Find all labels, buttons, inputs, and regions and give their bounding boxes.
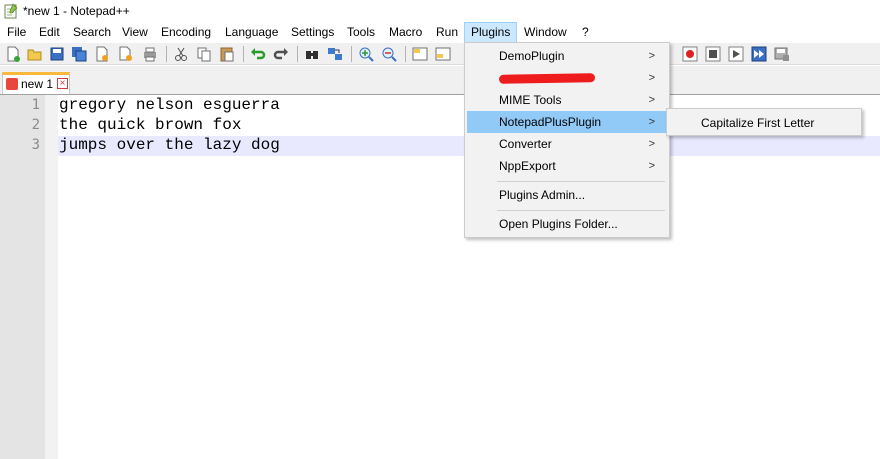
- unsaved-file-icon: [6, 78, 18, 90]
- tab-bar: new 1 ×: [0, 66, 880, 94]
- menu-separator: [497, 210, 665, 211]
- menu-edit[interactable]: Edit: [33, 22, 66, 43]
- open-file-icon[interactable]: [26, 45, 44, 63]
- line-number-gutter: 1 2 3: [0, 95, 45, 459]
- title-bar: *new 1 - Notepad++: [0, 0, 880, 22]
- menu-item-open-plugins-folder[interactable]: Open Plugins Folder...: [467, 213, 667, 235]
- save-macro-icon[interactable]: [773, 45, 791, 63]
- submenu-arrow-icon: >: [648, 138, 655, 150]
- toolbar-separator: [351, 46, 352, 62]
- tab-new-1[interactable]: new 1 ×: [2, 72, 70, 94]
- save-all-icon[interactable]: [70, 45, 88, 63]
- menu-item-label: Converter: [499, 137, 552, 151]
- menu-window[interactable]: Window: [518, 22, 573, 43]
- menu-item-label: Capitalize First Letter: [701, 116, 815, 130]
- editor-area[interactable]: 1 2 3 gregory nelson esguerra the quick …: [0, 94, 880, 459]
- line-number: 1: [31, 97, 40, 113]
- sync-h-icon[interactable]: [434, 45, 452, 63]
- menu-item-nppexport[interactable]: NppExport >: [467, 155, 667, 177]
- print-icon[interactable]: [141, 45, 159, 63]
- menu-tools[interactable]: Tools: [341, 22, 381, 43]
- menu-bar: File Edit Search View Encoding Language …: [0, 22, 880, 43]
- line-number: 2: [31, 117, 40, 133]
- menu-plugins[interactable]: Plugins: [464, 22, 518, 43]
- menu-file[interactable]: File: [1, 22, 32, 43]
- notepadplusplugin-submenu: Capitalize First Letter: [666, 108, 862, 136]
- close-icon[interactable]: [93, 45, 111, 63]
- cut-icon[interactable]: [172, 45, 190, 63]
- menu-separator: [497, 181, 665, 182]
- redo-icon[interactable]: [272, 45, 290, 63]
- toolbar-separator: [166, 46, 167, 62]
- toolbar: [0, 43, 880, 65]
- menu-run[interactable]: Run: [430, 22, 464, 43]
- menu-item-notepadplusplugin[interactable]: NotepadPlusPlugin >: [467, 111, 667, 133]
- toolbar-separator: [405, 46, 406, 62]
- sync-v-icon[interactable]: [411, 45, 429, 63]
- redaction-mark: [498, 73, 596, 84]
- menu-item-demoplugin[interactable]: DemoPlugin >: [467, 45, 667, 67]
- menu-view[interactable]: View: [116, 22, 154, 43]
- plugins-dropdown-menu: DemoPlugin > > MIME Tools > NotepadPlusP…: [464, 42, 670, 238]
- tab-label: new 1: [21, 77, 54, 91]
- menu-search[interactable]: Search: [67, 22, 117, 43]
- submenu-arrow-icon: >: [648, 160, 655, 172]
- new-file-icon[interactable]: [4, 45, 22, 63]
- save-icon[interactable]: [48, 45, 66, 63]
- window-title: *new 1 - Notepad++: [23, 4, 130, 18]
- menu-help[interactable]: ?: [576, 22, 595, 43]
- submenu-arrow-icon: >: [648, 94, 655, 106]
- run-multiple-macro-icon[interactable]: [750, 45, 768, 63]
- tab-close-icon[interactable]: ×: [57, 78, 68, 89]
- menu-language[interactable]: Language: [219, 22, 284, 43]
- line-number: 3: [31, 137, 40, 153]
- code-line[interactable]: jumps over the lazy dog: [59, 136, 280, 154]
- toolbar-separator: [297, 46, 298, 62]
- menu-item-label: Plugins Admin...: [499, 188, 586, 202]
- toolbar-separator: [243, 46, 244, 62]
- menu-item-label: MIME Tools: [499, 93, 562, 107]
- menu-macro[interactable]: Macro: [383, 22, 428, 43]
- record-macro-icon[interactable]: [681, 45, 699, 63]
- submenu-arrow-icon: >: [648, 50, 655, 62]
- find-icon[interactable]: [303, 45, 321, 63]
- code-line[interactable]: the quick brown fox: [59, 116, 241, 134]
- menu-item-label: NppExport: [499, 159, 556, 173]
- menu-encoding[interactable]: Encoding: [155, 22, 217, 43]
- menu-item-label: NotepadPlusPlugin: [499, 115, 602, 129]
- zoom-out-icon[interactable]: [380, 45, 398, 63]
- stop-macro-icon[interactable]: [704, 45, 722, 63]
- close-all-icon[interactable]: [117, 45, 135, 63]
- code-line[interactable]: gregory nelson esguerra: [59, 96, 280, 114]
- submenu-arrow-icon: >: [648, 72, 655, 84]
- menu-item-converter[interactable]: Converter >: [467, 133, 667, 155]
- copy-icon[interactable]: [195, 45, 213, 63]
- paste-icon[interactable]: [218, 45, 236, 63]
- undo-icon[interactable]: [249, 45, 267, 63]
- fold-margin: [45, 95, 58, 459]
- menu-item-label: Open Plugins Folder...: [499, 217, 618, 231]
- menu-item-mime-tools[interactable]: MIME Tools >: [467, 89, 667, 111]
- play-macro-icon[interactable]: [727, 45, 745, 63]
- menu-settings[interactable]: Settings: [285, 22, 340, 43]
- menu-item-label: DemoPlugin: [499, 49, 565, 63]
- submenu-arrow-icon: >: [648, 116, 655, 128]
- zoom-in-icon[interactable]: [357, 45, 375, 63]
- menu-item-plugins-admin[interactable]: Plugins Admin...: [467, 184, 667, 206]
- notepadplusplus-app-icon: [4, 3, 18, 19]
- replace-icon[interactable]: [326, 45, 344, 63]
- menu-item-capitalize-first-letter[interactable]: Capitalize First Letter: [669, 112, 859, 134]
